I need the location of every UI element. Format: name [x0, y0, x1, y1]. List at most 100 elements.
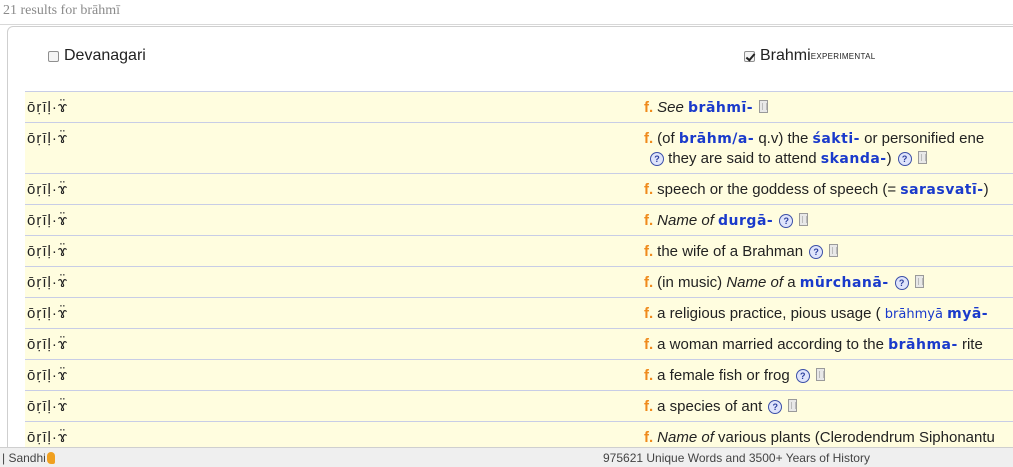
- result-row: ōṛīḷ·ɤ̈ f. (of brāhm/a- q.v) the śakti- or…: [25, 122, 1013, 173]
- cross-reference-link[interactable]: śakti-: [813, 131, 860, 147]
- brahmi-word: ōṛīḷ·ɤ̈: [27, 398, 69, 415]
- cross-reference-link[interactable]: myā-: [947, 306, 988, 322]
- cross-reference-link[interactable]: brāhm/a-: [679, 131, 754, 147]
- result-row: ōṛīḷ·ɤ̈ f. the wife of a Brahman?: [25, 235, 1013, 266]
- help-icon[interactable]: ?: [897, 152, 912, 166]
- definition: f. Name of various plants (Clerodendrum S…: [644, 428, 1013, 448]
- definition-text: (of: [657, 130, 679, 147]
- book-icon[interactable]: [914, 275, 924, 288]
- book-icon[interactable]: [799, 213, 809, 226]
- result-row: ōṛīḷ·ɤ̈ f. Name of durgā-?: [25, 204, 1013, 235]
- definition-text: various plants (Clerodendrum Siphonantu: [713, 429, 995, 446]
- status-bar: | Sandhi 975621 Unique Words and 3500+ Y…: [0, 447, 1013, 467]
- gender-label[interactable]: f.: [644, 212, 653, 229]
- result-row: ōṛīḷ·ɤ̈ f. a religious practice, pious usa…: [25, 297, 1013, 328]
- brahmi-label: Brahmi: [760, 47, 811, 64]
- divider: [0, 24, 1013, 25]
- definition-text: See: [657, 99, 689, 116]
- definition-text: Name of: [657, 212, 719, 229]
- definition: f. a woman married according to the brāhm…: [644, 335, 1013, 355]
- definition: f. (in music) Name of a mūrchanā-?: [644, 273, 1013, 293]
- definition-text: speech or the goddess of speech (=: [657, 181, 901, 198]
- cross-reference-link[interactable]: brāhmī-: [688, 100, 753, 116]
- experimental-badge: EXPERIMENTAL: [810, 51, 876, 61]
- gender-label[interactable]: f.: [644, 130, 653, 147]
- help-icon[interactable]: ?: [894, 276, 909, 290]
- definition-text: a female fish or frog: [657, 367, 790, 384]
- definition: f. a religious practice, pious usage ( br…: [644, 304, 1013, 325]
- sandhi-link[interactable]: | Sandhi: [2, 451, 55, 465]
- help-icon[interactable]: ?: [809, 245, 824, 259]
- brahmi-word: ōṛīḷ·ɤ̈: [27, 212, 69, 229]
- definition-text: Name of: [726, 274, 784, 291]
- cross-reference-link[interactable]: durgā-: [718, 213, 773, 229]
- brahmi-word: ōṛīḷ·ɤ̈: [27, 429, 69, 446]
- results-panel: Devanagari Brahmi EXPERIMENTAL ōṛīḷ·ɤ̈ f. S…: [7, 26, 1013, 458]
- results-list: ōṛīḷ·ɤ̈ f. See brāhmī-ōṛīḷ·ɤ̈ f. (of brāhm/a…: [25, 91, 1013, 452]
- gender-label[interactable]: f.: [644, 367, 653, 384]
- gender-label[interactable]: f.: [644, 336, 653, 353]
- book-icon[interactable]: [759, 100, 769, 113]
- brahmi-word: ōṛīḷ·ɤ̈: [27, 243, 69, 260]
- definition-text: a woman married according to the: [657, 336, 889, 353]
- brahmi-word: ōṛīḷ·ɤ̈: [27, 99, 69, 116]
- brahmi-word: ōṛīḷ·ɤ̈: [27, 367, 69, 384]
- result-row: ōṛīḷ·ɤ̈ f. a woman married according to th…: [25, 328, 1013, 359]
- result-row: ōṛīḷ·ɤ̈ f. a female fish or frog?: [25, 359, 1013, 390]
- definition-text: the wife of a Brahman: [657, 243, 804, 260]
- brahmi-word: ōṛīḷ·ɤ̈: [27, 305, 69, 322]
- help-icon[interactable]: ?: [795, 369, 810, 383]
- definition-text: ): [983, 181, 989, 198]
- brahmi-word: ōṛīḷ·ɤ̈: [27, 336, 69, 353]
- cross-reference-link[interactable]: skanda-: [821, 151, 887, 167]
- cross-reference-link[interactable]: brāhma-: [888, 337, 958, 353]
- definition-text: Name of: [657, 429, 714, 446]
- definition-text: a species of ant: [657, 398, 763, 415]
- book-icon[interactable]: [829, 244, 839, 257]
- stats-text: 975621 Unique Words and 3500+ Years of H…: [603, 451, 870, 465]
- devanagari-toggle[interactable]: Devanagari: [48, 47, 146, 65]
- gender-label[interactable]: f.: [644, 398, 653, 415]
- definition-text: rite: [957, 336, 983, 353]
- devanagari-label: Devanagari: [64, 47, 146, 64]
- help-icon[interactable]: ?: [650, 152, 664, 166]
- help-icon[interactable]: ?: [779, 214, 794, 228]
- results-count: 21 results for brāhmī: [3, 3, 121, 18]
- gender-label[interactable]: f.: [644, 99, 653, 116]
- definition-text: q.v) the: [754, 130, 813, 147]
- brahmi-word: ōṛīḷ·ɤ̈: [27, 130, 69, 147]
- definition: f. (of brāhm/a- q.v) the śakti- or person…: [644, 129, 1013, 169]
- help-icon[interactable]: ?: [768, 400, 783, 414]
- book-icon[interactable]: [788, 399, 798, 412]
- cross-reference-link[interactable]: sarasvatī-: [900, 182, 983, 198]
- brahmi-checkbox[interactable]: [744, 50, 755, 62]
- definition: f. the wife of a Brahman?: [644, 242, 1013, 262]
- book-icon[interactable]: [815, 368, 825, 381]
- sandhi-label: | Sandhi: [2, 451, 46, 465]
- gender-label[interactable]: f.: [644, 181, 653, 198]
- devanagari-checkbox[interactable]: [48, 50, 59, 62]
- brahmi-toggle[interactable]: Brahmi EXPERIMENTAL: [744, 47, 876, 65]
- result-row: ōṛīḷ·ɤ̈ f. speech or the goddess of speech…: [25, 173, 1013, 204]
- definition: f. a species of ant?: [644, 397, 1013, 417]
- cross-reference-link[interactable]: mūrchanā-: [800, 275, 889, 291]
- definition-text: or personified ene: [859, 130, 985, 147]
- gender-label[interactable]: f.: [644, 243, 653, 260]
- gender-label[interactable]: f.: [644, 305, 653, 322]
- definition-text: a religious practice, pious usage (: [657, 305, 885, 322]
- definition-text: ): [886, 150, 892, 167]
- result-row: ōṛīḷ·ɤ̈ f. See brāhmī-: [25, 91, 1013, 122]
- book-icon[interactable]: [917, 151, 927, 164]
- brahmi-word: ōṛīḷ·ɤ̈: [27, 274, 69, 291]
- gender-label[interactable]: f.: [644, 274, 653, 291]
- definition: f. speech or the goddess of speech (= sar…: [644, 180, 1013, 200]
- definition: f. a female fish or frog?: [644, 366, 1013, 386]
- result-row: ōṛīḷ·ɤ̈ f. a species of ant?: [25, 390, 1013, 421]
- variant-link[interactable]: brāhmyā: [885, 307, 943, 322]
- definition-text: (in music): [657, 274, 727, 291]
- result-row: ōṛīḷ·ɤ̈ f. (in music) Name of a mūrchanā-?: [25, 266, 1013, 297]
- definition: f. See brāhmī-: [644, 98, 1013, 118]
- gender-label[interactable]: f.: [644, 429, 653, 446]
- brahmi-word: ōṛīḷ·ɤ̈: [27, 181, 69, 198]
- ear-icon: [46, 452, 55, 464]
